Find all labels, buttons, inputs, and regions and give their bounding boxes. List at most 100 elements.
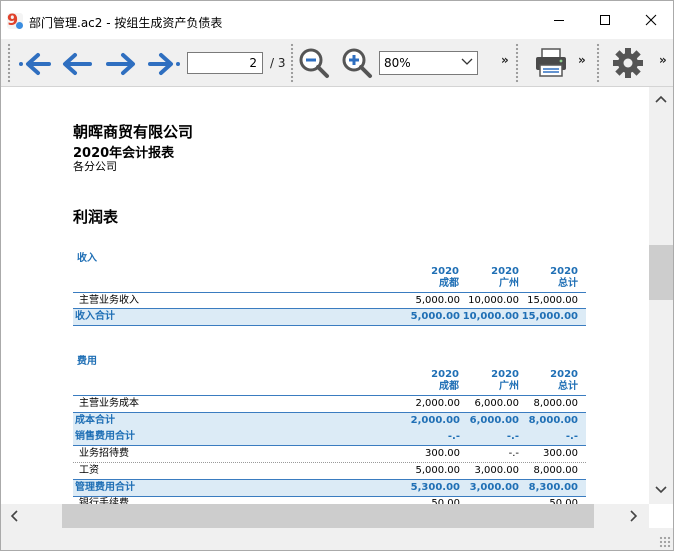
settings-button[interactable] bbox=[609, 46, 647, 80]
total-row: 收入合计 5,000.00 10,000.00 15,000.00 bbox=[73, 309, 586, 325]
zoom-level-value: 80% bbox=[384, 56, 411, 70]
cell-total: 15,000.00 bbox=[521, 311, 578, 322]
cell-total: 15,000.00 bbox=[527, 295, 578, 306]
column-header-chengdu: 2020 成都 bbox=[399, 369, 459, 393]
toolbar: 2 / 3 80% » » » bbox=[1, 39, 673, 87]
toolbar-overflow-button[interactable]: » bbox=[659, 53, 667, 67]
minimize-button[interactable] bbox=[536, 1, 582, 39]
vertical-scrollbar[interactable] bbox=[649, 87, 673, 504]
row-label: 销售费用合计 bbox=[75, 431, 135, 443]
report-page: 朝晖商贸有限公司 2020年会计报表 各分公司 利润表 收入 2020 成都 2… bbox=[1, 87, 649, 504]
maximize-button[interactable] bbox=[582, 1, 628, 39]
row-label: 主营业务收入 bbox=[79, 295, 139, 306]
row-label: 收入合计 bbox=[75, 311, 115, 322]
table-row: 银行手续费 50.00 50.00 bbox=[73, 496, 586, 504]
zoom-out-icon bbox=[299, 48, 329, 78]
cell-chengdu: 50.00 bbox=[431, 498, 460, 504]
column-year: 2020 bbox=[550, 266, 578, 277]
vertical-scroll-thumb[interactable] bbox=[649, 245, 673, 300]
last-page-icon bbox=[148, 53, 180, 75]
horizontal-scrollbar[interactable] bbox=[1, 504, 649, 528]
toolbar-grip[interactable] bbox=[290, 43, 294, 83]
window-title: 部门管理.ac2 - 按组生成资产负债表 bbox=[29, 16, 223, 30]
horizontal-scroll-thumb[interactable] bbox=[62, 504, 594, 528]
column-name: 总计 bbox=[558, 381, 578, 392]
cell-total: 300.00 bbox=[543, 448, 578, 460]
page-number-input[interactable]: 2 bbox=[187, 52, 263, 74]
column-header-total: 2020 总计 bbox=[518, 369, 578, 393]
total-row: 管理费用合计 5,300.00 3,000.00 8,300.00 bbox=[73, 479, 586, 496]
company-name: 朝晖商贸有限公司 bbox=[73, 123, 194, 141]
row-label: 管理费用合计 bbox=[75, 481, 135, 493]
app-logo-icon: 9 bbox=[7, 10, 23, 29]
chevron-right-icon bbox=[630, 510, 638, 522]
close-icon bbox=[645, 14, 657, 26]
total-row: 销售费用合计 -.- -.- -.- bbox=[73, 429, 586, 446]
row-divider bbox=[73, 325, 586, 326]
cell-total: 8,300.00 bbox=[528, 481, 578, 493]
minimize-icon bbox=[554, 20, 564, 21]
cell-total: 50.00 bbox=[549, 498, 578, 504]
chevron-down-icon bbox=[461, 58, 473, 65]
page-total-label: / 3 bbox=[270, 56, 286, 70]
printer-icon bbox=[536, 48, 566, 77]
column-year: 2020 bbox=[491, 266, 519, 277]
cell-total: 8,000.00 bbox=[533, 398, 578, 409]
zoom-out-button[interactable] bbox=[296, 46, 332, 80]
column-header-guangzhou: 2020 广州 bbox=[459, 266, 519, 290]
column-name: 广州 bbox=[499, 381, 519, 392]
column-year: 2020 bbox=[550, 369, 578, 380]
table-row: 工资 5,000.00 3,000.00 8,000.00 bbox=[73, 463, 586, 479]
chevron-left-icon bbox=[10, 510, 18, 522]
row-label: 主营业务成本 bbox=[79, 398, 139, 409]
row-label: 银行手续费 bbox=[79, 498, 129, 504]
resize-grip-icon[interactable] bbox=[659, 536, 671, 548]
row-label: 工资 bbox=[79, 464, 99, 476]
title-bar: 9 部门管理.ac2 - 按组生成资产负债表 bbox=[1, 1, 673, 39]
app-window: 9 部门管理.ac2 - 按组生成资产负债表 2 / 3 80% » » » 朝… bbox=[0, 0, 674, 551]
toolbar-grip[interactable] bbox=[596, 43, 600, 83]
toolbar-overflow-button[interactable]: » bbox=[578, 53, 586, 67]
column-year: 2020 bbox=[431, 369, 459, 380]
column-name: 成都 bbox=[439, 381, 459, 392]
table-row: 业务招待费 300.00 -.- 300.00 bbox=[73, 446, 586, 462]
chevron-up-icon bbox=[655, 95, 667, 103]
column-year: 2020 bbox=[491, 369, 519, 380]
print-button[interactable] bbox=[531, 46, 571, 80]
column-year: 2020 bbox=[431, 266, 459, 277]
first-page-icon bbox=[19, 53, 51, 75]
report-viewport[interactable]: 朝晖商贸有限公司 2020年会计报表 各分公司 利润表 收入 2020 成都 2… bbox=[1, 87, 649, 504]
total-row: 成本合计 2,000.00 6,000.00 8,000.00 bbox=[73, 412, 586, 429]
row-label: 业务招待费 bbox=[79, 448, 129, 460]
report-branch: 各分公司 bbox=[73, 160, 117, 173]
toolbar-overflow-button[interactable]: » bbox=[501, 53, 509, 67]
cell-total: 8,000.00 bbox=[533, 464, 578, 476]
cell-total: 8,000.00 bbox=[528, 414, 578, 426]
column-header-total: 2020 总计 bbox=[518, 266, 578, 290]
arrow-left-icon bbox=[63, 53, 92, 75]
column-header-guangzhou: 2020 广州 bbox=[459, 369, 519, 393]
chevron-down-icon bbox=[655, 486, 667, 494]
arrow-right-icon bbox=[106, 53, 135, 75]
column-name: 成都 bbox=[439, 278, 459, 289]
gear-icon bbox=[613, 48, 643, 78]
close-button[interactable] bbox=[628, 1, 674, 39]
zoom-in-button[interactable] bbox=[339, 46, 375, 80]
last-page-button[interactable] bbox=[146, 48, 182, 80]
toolbar-grip[interactable] bbox=[7, 43, 11, 83]
status-bar bbox=[1, 528, 673, 550]
first-page-button[interactable] bbox=[17, 48, 53, 80]
column-name: 广州 bbox=[499, 278, 519, 289]
row-label: 成本合计 bbox=[75, 414, 115, 426]
statement-title: 利润表 bbox=[73, 208, 119, 226]
column-header-chengdu: 2020 成都 bbox=[399, 266, 459, 290]
maximize-icon bbox=[600, 15, 610, 25]
next-page-button[interactable] bbox=[103, 48, 139, 80]
prev-page-button[interactable] bbox=[59, 48, 95, 80]
income-section-label: 收入 bbox=[77, 253, 97, 264]
toolbar-grip[interactable] bbox=[515, 43, 519, 83]
expense-section-label: 费用 bbox=[77, 356, 97, 367]
zoom-level-select[interactable]: 80% bbox=[379, 51, 478, 75]
cell-total: -.- bbox=[565, 431, 578, 443]
column-name: 总计 bbox=[558, 278, 578, 289]
